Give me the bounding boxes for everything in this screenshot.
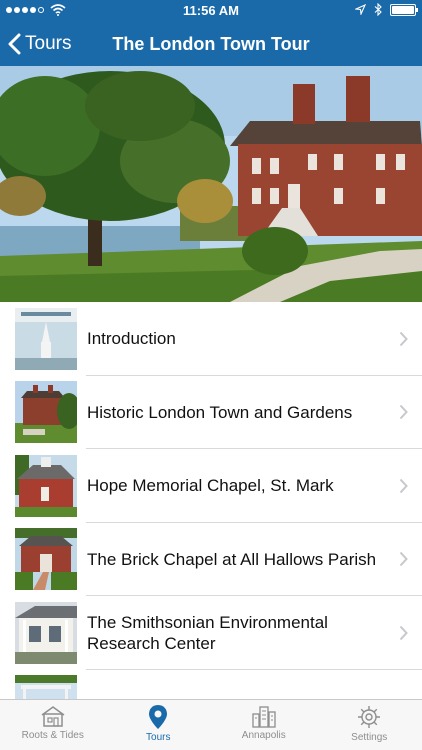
- tour-stop-row[interactable]: [0, 670, 422, 699]
- tab-roots-and-tides[interactable]: Roots & Tides: [0, 700, 106, 750]
- hero-image: [0, 66, 422, 302]
- bluetooth-icon: [374, 3, 382, 16]
- gear-icon: [358, 706, 381, 728]
- brick-chapel-thumbnail: [15, 528, 77, 591]
- city-icon: [252, 706, 276, 728]
- chevron-right-icon: [399, 478, 408, 493]
- tour-stop-list: Introduction Historic London Town and Ga…: [0, 302, 422, 699]
- tour-stop-row[interactable]: Historic London Town and Gardens: [0, 376, 422, 449]
- tour-stop-title: The Smithsonian Environmental Research C…: [87, 612, 328, 653]
- chevron-right-icon: [399, 625, 408, 640]
- tab-tours[interactable]: Tours: [106, 700, 212, 750]
- book-cover-thumbnail: [15, 307, 77, 370]
- house-icon: [41, 706, 65, 727]
- status-bar: 11:56 AM: [0, 0, 422, 22]
- red-chapel-thumbnail: [15, 454, 77, 517]
- tour-stop-title: Hope Memorial Chapel, St. Mark: [87, 476, 334, 496]
- tour-stop-title: Historic London Town and Gardens: [87, 402, 353, 422]
- chevron-right-icon: [399, 331, 408, 346]
- map-pin-icon: [149, 705, 168, 729]
- chevron-right-icon: [399, 405, 408, 420]
- page-title: The London Town Tour: [112, 34, 310, 54]
- pavilion-thumbnail: [15, 675, 77, 699]
- tab-label: Annapolis: [241, 730, 286, 741]
- status-right: [355, 3, 418, 16]
- chevron-right-icon: [399, 552, 408, 567]
- location-arrow-icon: [355, 4, 366, 15]
- battery-icon: [390, 3, 418, 16]
- tab-bar: Roots & Tides Tours Annapolis Settings: [0, 699, 422, 750]
- tab-annapolis[interactable]: Annapolis: [211, 700, 317, 750]
- tab-label: Tours: [146, 732, 171, 743]
- tab-settings[interactable]: Settings: [317, 700, 422, 750]
- research-center-thumbnail: [15, 601, 77, 664]
- tour-stop-row[interactable]: Introduction: [0, 302, 422, 376]
- tab-label: Settings: [351, 732, 388, 743]
- tour-stop-title: Introduction: [87, 329, 176, 349]
- tab-label: Roots & Tides: [21, 730, 84, 741]
- brick-house-thumbnail: [15, 381, 77, 444]
- tour-stop-title: The Brick Chapel at All Hallows Parish: [87, 549, 377, 569]
- tour-stop-row[interactable]: The Brick Chapel at All Hallows Parish: [0, 523, 422, 596]
- tour-stop-row[interactable]: The Smithsonian Environmental Research C…: [0, 596, 422, 670]
- navigation-bar: Tours The London Town Tour: [0, 22, 422, 66]
- tour-stop-row[interactable]: Hope Memorial Chapel, St. Mark: [0, 449, 422, 523]
